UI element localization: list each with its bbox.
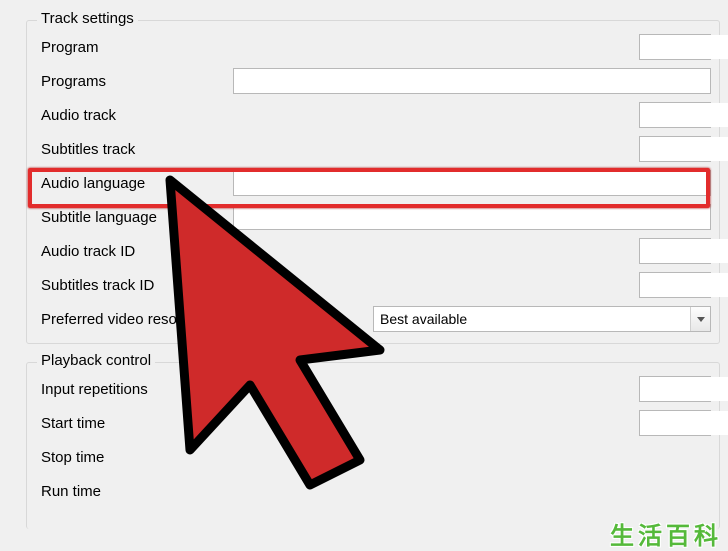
- row-subtitle-language: Subtitle language: [37, 201, 711, 233]
- spinner-subtitles-track-input[interactable]: [640, 137, 728, 161]
- field-start-time: [233, 410, 711, 436]
- groupbox-track-settings: Track settings Program Programs Audio tr…: [26, 20, 720, 344]
- label-audio-language: Audio language: [37, 175, 233, 192]
- row-preferred-video-res: Preferred video reso Best available: [37, 303, 711, 335]
- spinner-audio-track-id[interactable]: [639, 238, 711, 264]
- label-input-repetitions: Input repetitions: [37, 381, 233, 398]
- field-audio-track: [233, 102, 711, 128]
- row-stop-time: Stop time: [37, 441, 711, 473]
- label-stop-time: Stop time: [37, 449, 233, 466]
- select-preferred-video-res[interactable]: Best available: [373, 306, 711, 332]
- spinner-program-input[interactable]: [640, 35, 728, 59]
- label-subtitles-track: Subtitles track: [37, 141, 233, 158]
- field-subtitles-track: [233, 136, 711, 162]
- label-subtitle-language: Subtitle language: [37, 209, 233, 226]
- label-program: Program: [37, 39, 233, 56]
- row-subtitles-track: Subtitles track: [37, 133, 711, 165]
- row-run-time: Run time: [37, 475, 711, 507]
- label-start-time: Start time: [37, 415, 233, 432]
- select-preferred-video-res-value[interactable]: Best available: [373, 306, 711, 332]
- spinner-subtitles-track-id[interactable]: [639, 272, 711, 298]
- field-programs: [233, 68, 711, 94]
- spinner-input-repetitions-input[interactable]: [640, 377, 728, 401]
- row-programs: Programs: [37, 65, 711, 97]
- input-subtitle-language[interactable]: [233, 204, 711, 230]
- spinner-start-time[interactable]: [639, 410, 711, 436]
- input-audio-language[interactable]: [233, 170, 711, 196]
- label-programs: Programs: [37, 73, 233, 90]
- groupbox-title: Track settings: [37, 10, 138, 27]
- label-audio-track: Audio track: [37, 107, 233, 124]
- spinner-start-time-input[interactable]: [640, 411, 728, 435]
- field-audio-language: [233, 170, 711, 196]
- field-program: [233, 34, 711, 60]
- input-programs[interactable]: [233, 68, 711, 94]
- field-audio-track-id: [233, 238, 711, 264]
- row-subtitles-track-id: Subtitles track ID: [37, 269, 711, 301]
- field-subtitles-track-id: [233, 272, 711, 298]
- spinner-audio-track-id-input[interactable]: [640, 239, 728, 263]
- row-program: Program: [37, 31, 711, 63]
- row-audio-language: Audio language: [37, 167, 711, 199]
- groupbox-playback-control: Playback control Input repetitions Start…: [26, 362, 720, 529]
- label-preferred-video-res: Preferred video reso: [37, 311, 233, 328]
- field-stop-time: [233, 444, 711, 470]
- spinner-audio-track[interactable]: [639, 102, 711, 128]
- label-run-time: Run time: [37, 483, 233, 500]
- field-subtitle-language: [233, 204, 711, 230]
- spinner-program[interactable]: [639, 34, 711, 60]
- row-audio-track-id: Audio track ID: [37, 235, 711, 267]
- spinner-input-repetitions[interactable]: [639, 376, 711, 402]
- row-audio-track: Audio track: [37, 99, 711, 131]
- spinner-audio-track-input[interactable]: [640, 103, 728, 127]
- field-input-repetitions: [233, 376, 711, 402]
- chevron-down-icon[interactable]: [690, 307, 710, 331]
- label-subtitles-track-id: Subtitles track ID: [37, 277, 233, 294]
- row-start-time: Start time: [37, 407, 711, 439]
- groupbox-title: Playback control: [37, 352, 155, 369]
- spinner-subtitles-track-id-input[interactable]: [640, 273, 728, 297]
- label-audio-track-id: Audio track ID: [37, 243, 233, 260]
- field-preferred-video-res: Best available: [373, 306, 711, 332]
- row-input-repetitions: Input repetitions: [37, 373, 711, 405]
- spinner-subtitles-track[interactable]: [639, 136, 711, 162]
